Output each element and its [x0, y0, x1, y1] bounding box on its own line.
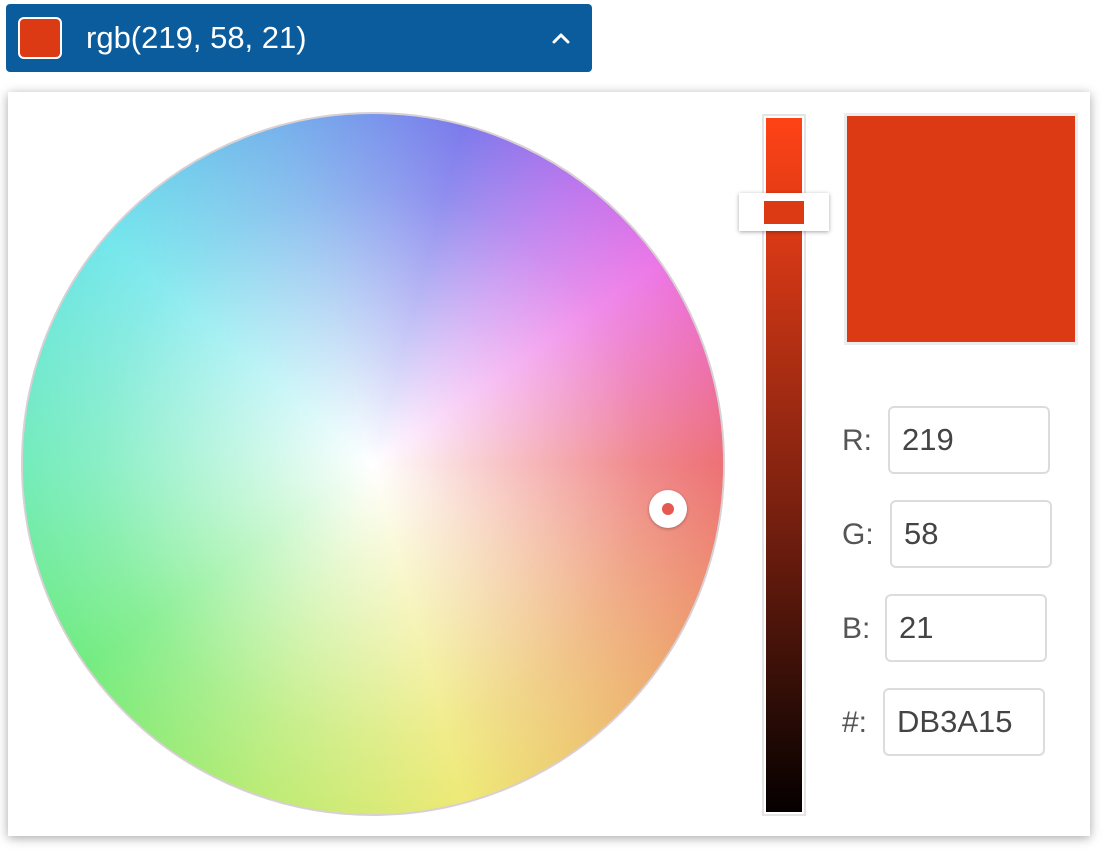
current-color-swatch	[18, 17, 62, 59]
brightness-slider-handle[interactable]	[739, 193, 829, 231]
green-input[interactable]	[890, 500, 1052, 568]
current-color-label: rgb(219, 58, 21)	[86, 20, 307, 55]
red-input[interactable]	[888, 406, 1050, 474]
color-picker-panel: R: G: B: #:	[8, 92, 1090, 836]
brightness-handle-color	[764, 201, 804, 224]
color-wheel-handle-dot	[662, 503, 674, 515]
blue-input[interactable]	[885, 594, 1047, 662]
chevron-up-icon[interactable]	[546, 26, 576, 50]
hex-label: #:	[842, 706, 868, 739]
hex-input[interactable]	[883, 688, 1045, 756]
color-wheel-handle[interactable]	[649, 490, 687, 528]
color-dropdown-toggle[interactable]: rgb(219, 58, 21)	[6, 4, 592, 72]
color-wheel-saturation-overlay	[23, 114, 723, 814]
red-label: R:	[842, 424, 872, 457]
color-preview-swatch	[844, 113, 1078, 345]
green-label: G:	[842, 518, 874, 551]
blue-label: B:	[842, 612, 871, 645]
color-wheel[interactable]	[21, 112, 725, 816]
